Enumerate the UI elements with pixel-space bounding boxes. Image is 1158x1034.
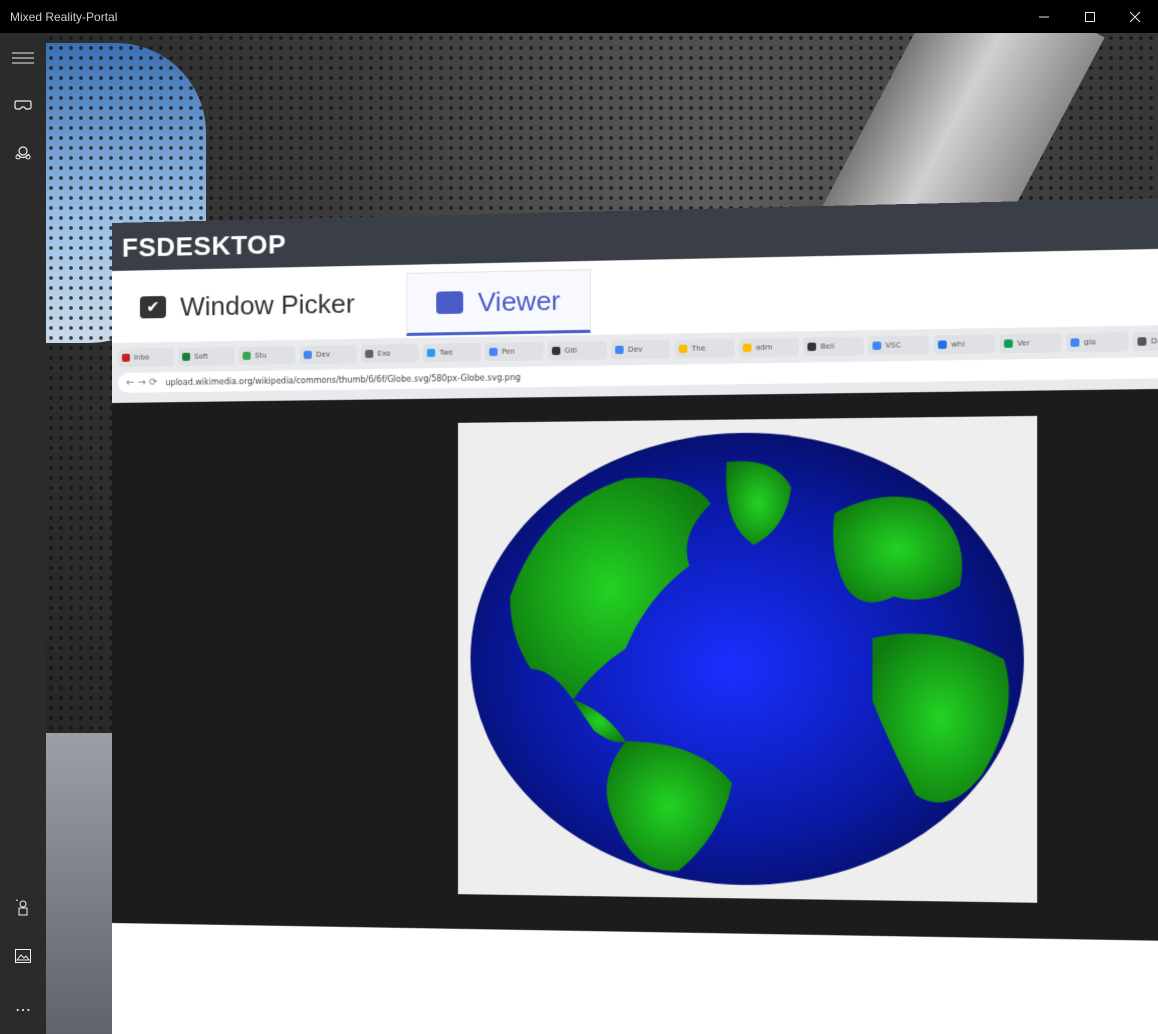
browser-tab[interactable]: Dev [610, 339, 671, 360]
more-button[interactable]: … [0, 985, 46, 1025]
tab-label: Window Picker [180, 287, 355, 322]
browser-tab[interactable]: Exo [360, 343, 419, 364]
checkbox-icon: ✔ [139, 295, 167, 319]
browser-tab[interactable]: VSC [868, 335, 930, 356]
favicon-icon [1137, 337, 1147, 346]
browser-tab[interactable]: Inbo [117, 347, 175, 367]
browser-tab-label: Stu [254, 351, 267, 360]
browser-tab[interactable]: Gitl [547, 340, 607, 361]
browser-tab-label: Dev [315, 350, 331, 359]
browser-tab-label: Exo [377, 349, 391, 358]
panel-footer [112, 923, 1158, 1034]
favicon-icon [489, 347, 498, 357]
browser-tab-label: whi [951, 340, 965, 349]
browser-tab[interactable]: adm [738, 337, 799, 358]
browser-tab[interactable]: whi [933, 334, 996, 355]
sidebar: … [0, 33, 46, 1034]
browser-tab-label: Beli [820, 342, 835, 351]
image-frame [458, 415, 1038, 903]
address-url: upload.wikimedia.org/wikipedia/commons/t… [165, 372, 521, 387]
favicon-icon [872, 341, 882, 350]
globe-image [470, 429, 1024, 889]
browser-tab-label: Twe [439, 348, 453, 357]
controllers-button[interactable] [0, 133, 46, 173]
minimize-icon [1039, 16, 1049, 17]
browser-tab-label: Pen [501, 347, 516, 356]
minimize-button[interactable] [1021, 0, 1067, 33]
panel-title: FSDESKTOP [121, 228, 287, 263]
browser-tab-label: The [691, 344, 706, 353]
favicon-icon [742, 343, 752, 353]
tab-label: Viewer [477, 284, 561, 317]
browser-tab-label: VSC [885, 341, 901, 350]
favicon-icon [121, 353, 130, 362]
favicon-icon [1070, 338, 1080, 347]
browser-tab-label: Dat [1150, 336, 1158, 346]
maximize-button[interactable] [1067, 0, 1113, 33]
vr-scene: FSDESKTOP ✔ Window Picker Viewer Inbo Sof… [46, 33, 1158, 1034]
maximize-icon [1085, 11, 1095, 22]
favicon-icon [182, 352, 191, 361]
favicon-icon [938, 340, 947, 349]
favicon-icon [303, 350, 312, 359]
nav-arrows-icon[interactable]: ← → ⟳ [126, 377, 158, 388]
favicon-icon [1004, 339, 1013, 348]
headset-icon [14, 100, 32, 110]
tab-viewer[interactable]: Viewer [406, 269, 591, 336]
browser-tab[interactable]: Stu [238, 345, 296, 366]
menu-button[interactable] [0, 38, 46, 78]
photos-button[interactable] [0, 936, 46, 976]
browser-tab[interactable]: glo [1066, 332, 1129, 353]
window-icon [436, 291, 464, 315]
close-icon [1129, 11, 1141, 22]
tab-window-picker[interactable]: ✔ Window Picker [112, 273, 384, 337]
browser-tab-label: glo [1083, 338, 1096, 347]
browser-tab[interactable]: Pen [485, 341, 544, 362]
close-button[interactable] [1112, 0, 1158, 33]
browser-tab-label: Ver [1017, 339, 1030, 348]
favicon-icon [242, 351, 251, 360]
favicon-icon [615, 345, 624, 355]
browser-tab[interactable]: Dat [1132, 331, 1158, 352]
hamburger-menu-icon [12, 52, 34, 64]
favicon-icon [365, 349, 374, 359]
fsdesktop-panel: FSDESKTOP ✔ Window Picker Viewer Inbo Sof… [112, 196, 1158, 1034]
more-icon: … [15, 995, 31, 1015]
controllers-icon [15, 146, 31, 160]
window-title: Mixed Reality-Portal [10, 9, 118, 24]
favicon-icon [551, 346, 561, 356]
headset-button[interactable] [0, 85, 46, 125]
browser-tab-label: Dev [627, 345, 643, 354]
image-icon [15, 949, 31, 963]
browser-tab-label: Gitl [564, 346, 578, 355]
favicon-icon [426, 348, 436, 358]
browser-tab[interactable]: The [674, 338, 735, 359]
person-button[interactable] [0, 887, 46, 927]
browser-tab[interactable]: Beli [803, 336, 864, 357]
browser-tab[interactable]: Twe [422, 342, 481, 363]
favicon-icon [678, 344, 688, 354]
viewer-area [112, 387, 1158, 943]
title-bar: Mixed Reality-Portal [0, 0, 1158, 33]
browser-tab-label: Soft [194, 352, 209, 361]
browser-tab-label: Inbo [133, 353, 150, 362]
browser-tab[interactable]: Ver [999, 333, 1062, 354]
person-sparkle-icon [16, 899, 28, 916]
browser-tab-label: adm [755, 343, 773, 352]
browser-tab[interactable]: Dev [299, 344, 357, 365]
favicon-icon [807, 342, 817, 352]
browser-tab[interactable]: Soft [178, 346, 235, 366]
